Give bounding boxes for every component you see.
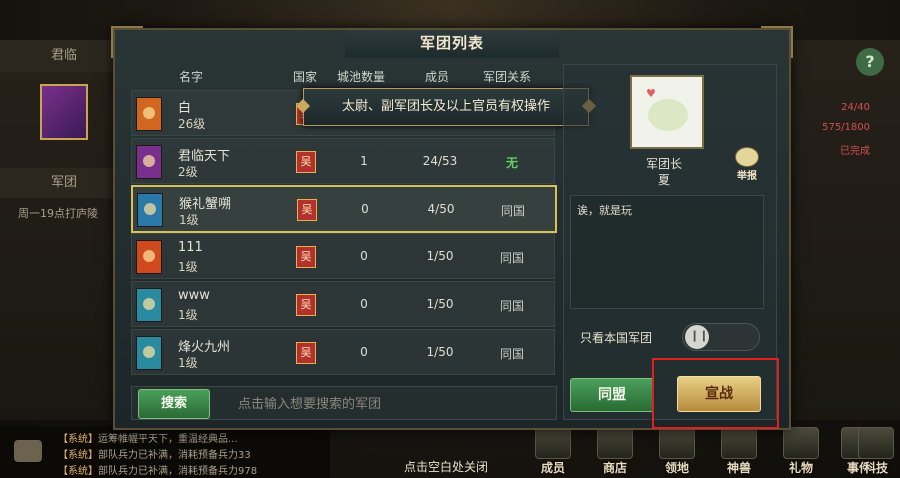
nation-badge: 吴 [296,342,316,364]
ornament-corner [111,26,143,58]
nation-badge: 吴 [296,294,316,316]
toggle-label: 只看本国军团 [580,331,653,345]
legion-name: 君临天下 [178,149,231,164]
left-panel-subheader: 军团 [0,168,128,198]
right-stat: 已完成 [840,146,870,157]
nav-members[interactable]: 成员 [530,427,576,476]
permission-tooltip: 太尉、副军团长及以上官员有权操作 [303,88,589,126]
right-stat: 575/1800 [822,122,870,133]
legion-level: 2级 [178,165,198,179]
nation-badge: 吴 [296,246,316,268]
legion-level: 1级 [179,213,199,227]
left-panel-header: 君临 [0,40,128,72]
chat-box[interactable]: 【系统】运筹帷幄平天下，重温经典品... 【系统】部队兵力已补满，消耗预备兵力3… [0,426,330,478]
right-background-panel: 标 ? 24/40 575/1800 已完成 [779,40,900,420]
avatar-face [648,99,688,131]
nav-shop[interactable]: 商店 [592,427,638,476]
ornament-corner [761,26,793,58]
nav-gift[interactable]: 礼物 [778,427,824,476]
leader-label: 军团长 [645,157,682,171]
city-count: 1 [360,154,368,168]
city-count: 0 [360,345,368,359]
heart-icon: ♥ [646,87,656,100]
chat-line: 【系统】部队兵力已补满，消耗预备兵力978 [58,466,258,477]
legion-relation: 同国 [500,204,525,218]
leader-avatar: ♥ [630,75,704,149]
own-nation-toggle[interactable] [682,323,760,351]
legion-relation: 同国 [499,251,524,265]
city-count: 0 [360,297,368,311]
legion-emblem-icon [136,145,162,179]
chat-line: 【系统】部队兵力已补满，消耗预备兵力33 [58,450,251,461]
member-count: 1/50 [426,249,454,263]
nav-tech[interactable]: 科技 [856,427,896,476]
gift-icon [783,427,819,459]
nav-beast[interactable]: 神兽 [716,427,762,476]
shop-icon [597,427,633,459]
legion-relation: 同国 [499,347,524,361]
legion-name: 烽火九州 [178,340,231,355]
dialog-title-bar: 军团列表 [345,30,559,58]
nation-badge: 吴 [296,151,316,173]
chat-line: 【系统】运筹帷幄平天下，重温经典品... [58,434,238,445]
legion-notice: 诶，就是玩 [570,195,764,309]
member-count: 4/50 [427,202,455,216]
toggle-knob-icon [685,325,709,349]
col-cities: 城池数量 [337,70,386,84]
legion-level: 26级 [178,117,206,131]
legion-name: 猴礼蟹嗍 [179,197,232,212]
dialog-title: 军团列表 [419,34,484,52]
legion-emblem-icon [136,240,162,274]
member-count: 24/53 [422,154,458,168]
legion-relation: 同国 [499,299,524,313]
legion-level: 1级 [178,308,198,322]
member-count: 1/50 [426,297,454,311]
tech-icon [858,427,894,459]
legion-emblem-icon [136,336,162,370]
search-button[interactable]: 搜索 [138,389,210,419]
territory-icon [659,427,695,459]
nav-territory[interactable]: 领地 [654,427,700,476]
leader-name: 夏 [657,173,670,187]
bottom-nav: 成员 商店 领地 神兽 礼物 事件 科技 [490,427,900,478]
legion-level: 1级 [178,260,198,274]
table-row[interactable]: 111 1级 吴 0 1/50 同国 [131,233,555,279]
legion-relation: 无 [505,156,518,170]
search-input[interactable] [236,391,540,417]
highlight-box [652,358,779,429]
city-count: 0 [360,249,368,263]
legion-emblem [40,84,88,140]
table-header: 名字 国家 城池数量 成员 军团关系 [131,64,555,86]
chat-icon[interactable] [14,440,42,462]
left-background-panel: 君临 军团 周一19点打庐陵 [0,40,129,420]
col-nation: 国家 [293,70,318,84]
col-relation: 军团关系 [483,70,532,84]
nation-badge: 吴 [297,199,317,221]
help-icon[interactable]: ? [856,48,884,76]
col-name: 名字 [179,70,204,84]
legion-emblem-icon [136,288,162,322]
members-icon [535,427,571,459]
close-hint[interactable]: 点击空白处关闭 [404,458,488,475]
search-bar: 搜索 [131,386,557,420]
col-members: 成员 [425,70,450,84]
city-count: 0 [361,202,369,216]
legion-emblem-icon [136,97,162,131]
report-icon [735,147,759,167]
alliance-button[interactable]: 同盟 [570,378,654,412]
legion-emblem-icon [137,193,163,227]
legion-name: 白 [178,101,192,116]
beast-icon [721,427,757,459]
table-row[interactable]: www 1级 吴 0 1/50 同国 [131,281,555,327]
legion-name: www [178,288,210,303]
left-panel-note: 周一19点打庐陵 [18,207,98,220]
legion-name: 111 [178,240,203,255]
member-count: 1/50 [426,345,454,359]
legion-level: 1级 [178,356,198,370]
right-stat: 24/40 [841,102,870,113]
table-row[interactable]: 君临天下 2级 吴 1 24/53 无 [131,138,555,184]
report-button[interactable]: 举报 [732,147,762,182]
table-row[interactable]: 烽火九州 1级 吴 0 1/50 同国 [131,329,555,375]
table-row-selected[interactable]: 猴礼蟹嗍 1级 吴 0 4/50 同国 [131,185,557,233]
